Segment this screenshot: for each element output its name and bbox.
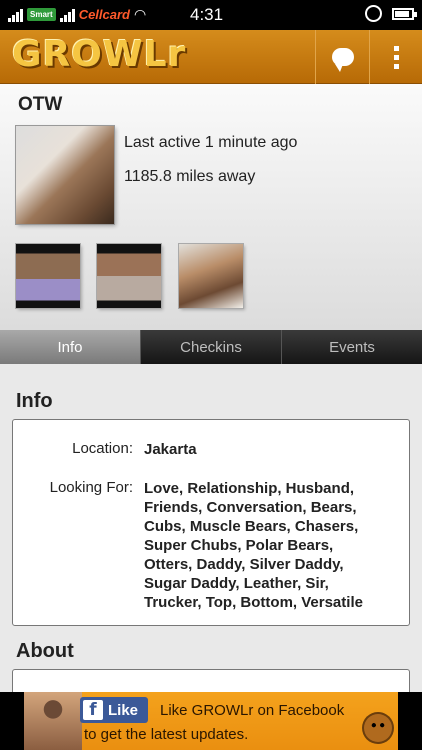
bear-mascot-icon — [364, 714, 392, 742]
ad-model-image — [24, 692, 82, 750]
status-bar: Smart Cellcard ◠ 4:31 — [0, 0, 422, 30]
looking-for-label: Looking For: — [49, 479, 133, 496]
carrier-cellcard: Cellcard — [78, 7, 130, 22]
location-label: Location: — [72, 440, 133, 457]
chat-button[interactable] — [315, 30, 369, 84]
status-right — [365, 5, 417, 22]
wifi-icon: ◠ — [134, 6, 147, 22]
location-value: Jakarta — [144, 441, 197, 458]
profile-header: OTW Last active 1 minute ago 1185.8 mile… — [0, 84, 422, 330]
profile-name: OTW — [18, 94, 63, 115]
profile-thumbnail-3[interactable] — [179, 244, 243, 308]
tab-info[interactable]: Info — [0, 330, 141, 364]
ad-banner-content[interactable]: f Like Like GROWLr on Facebook to get th… — [24, 692, 398, 750]
status-time: 4:31 — [190, 5, 224, 24]
profile-main-photo[interactable] — [16, 126, 114, 224]
location-row: Location: Jakarta — [13, 440, 380, 459]
ad-banner[interactable]: f Like Like GROWLr on Facebook to get th… — [0, 692, 422, 750]
about-section-title: About — [16, 640, 74, 662]
signal-icon-2 — [59, 8, 75, 22]
info-box: Location: Jakarta Looking For: Love, Rel… — [12, 419, 410, 626]
like-label: Like — [108, 701, 139, 719]
growlr-logo[interactable]: GROWLr — [12, 34, 186, 75]
ad-text-line-2: to get the latest updates. — [84, 726, 249, 743]
carrier-smart-badge: Smart — [27, 8, 56, 21]
facebook-icon: f — [83, 700, 103, 720]
tab-events[interactable]: Events — [282, 330, 422, 364]
app-bar: GROWLr — [0, 30, 422, 84]
tab-checkins[interactable]: Checkins — [141, 330, 282, 364]
profile-thumbnail-2[interactable] — [97, 244, 161, 308]
status-left: Smart Cellcard ◠ — [8, 6, 146, 23]
looking-for-row: Looking For: Love, Relationship, Husband… — [13, 479, 380, 612]
chat-icon — [331, 48, 354, 72]
distance-text: 1185.8 miles away — [124, 168, 256, 185]
last-active-text: Last active 1 minute ago — [124, 134, 298, 151]
facebook-like-button[interactable]: f Like — [80, 697, 148, 723]
ad-text-line-1: Like GROWLr on Facebook — [160, 702, 345, 719]
overflow-menu-button[interactable] — [369, 30, 422, 84]
looking-for-value: Love, Relationship, Husband, Friends, Co… — [144, 480, 363, 611]
info-section-title: Info — [16, 390, 53, 412]
overflow-menu-icon — [394, 45, 399, 69]
battery-icon — [392, 7, 417, 20]
profile-tabs: Info Checkins Events — [0, 330, 422, 364]
profile-thumbnail-1[interactable] — [16, 244, 80, 308]
alarm-icon — [365, 5, 382, 22]
signal-icon — [8, 8, 23, 22]
